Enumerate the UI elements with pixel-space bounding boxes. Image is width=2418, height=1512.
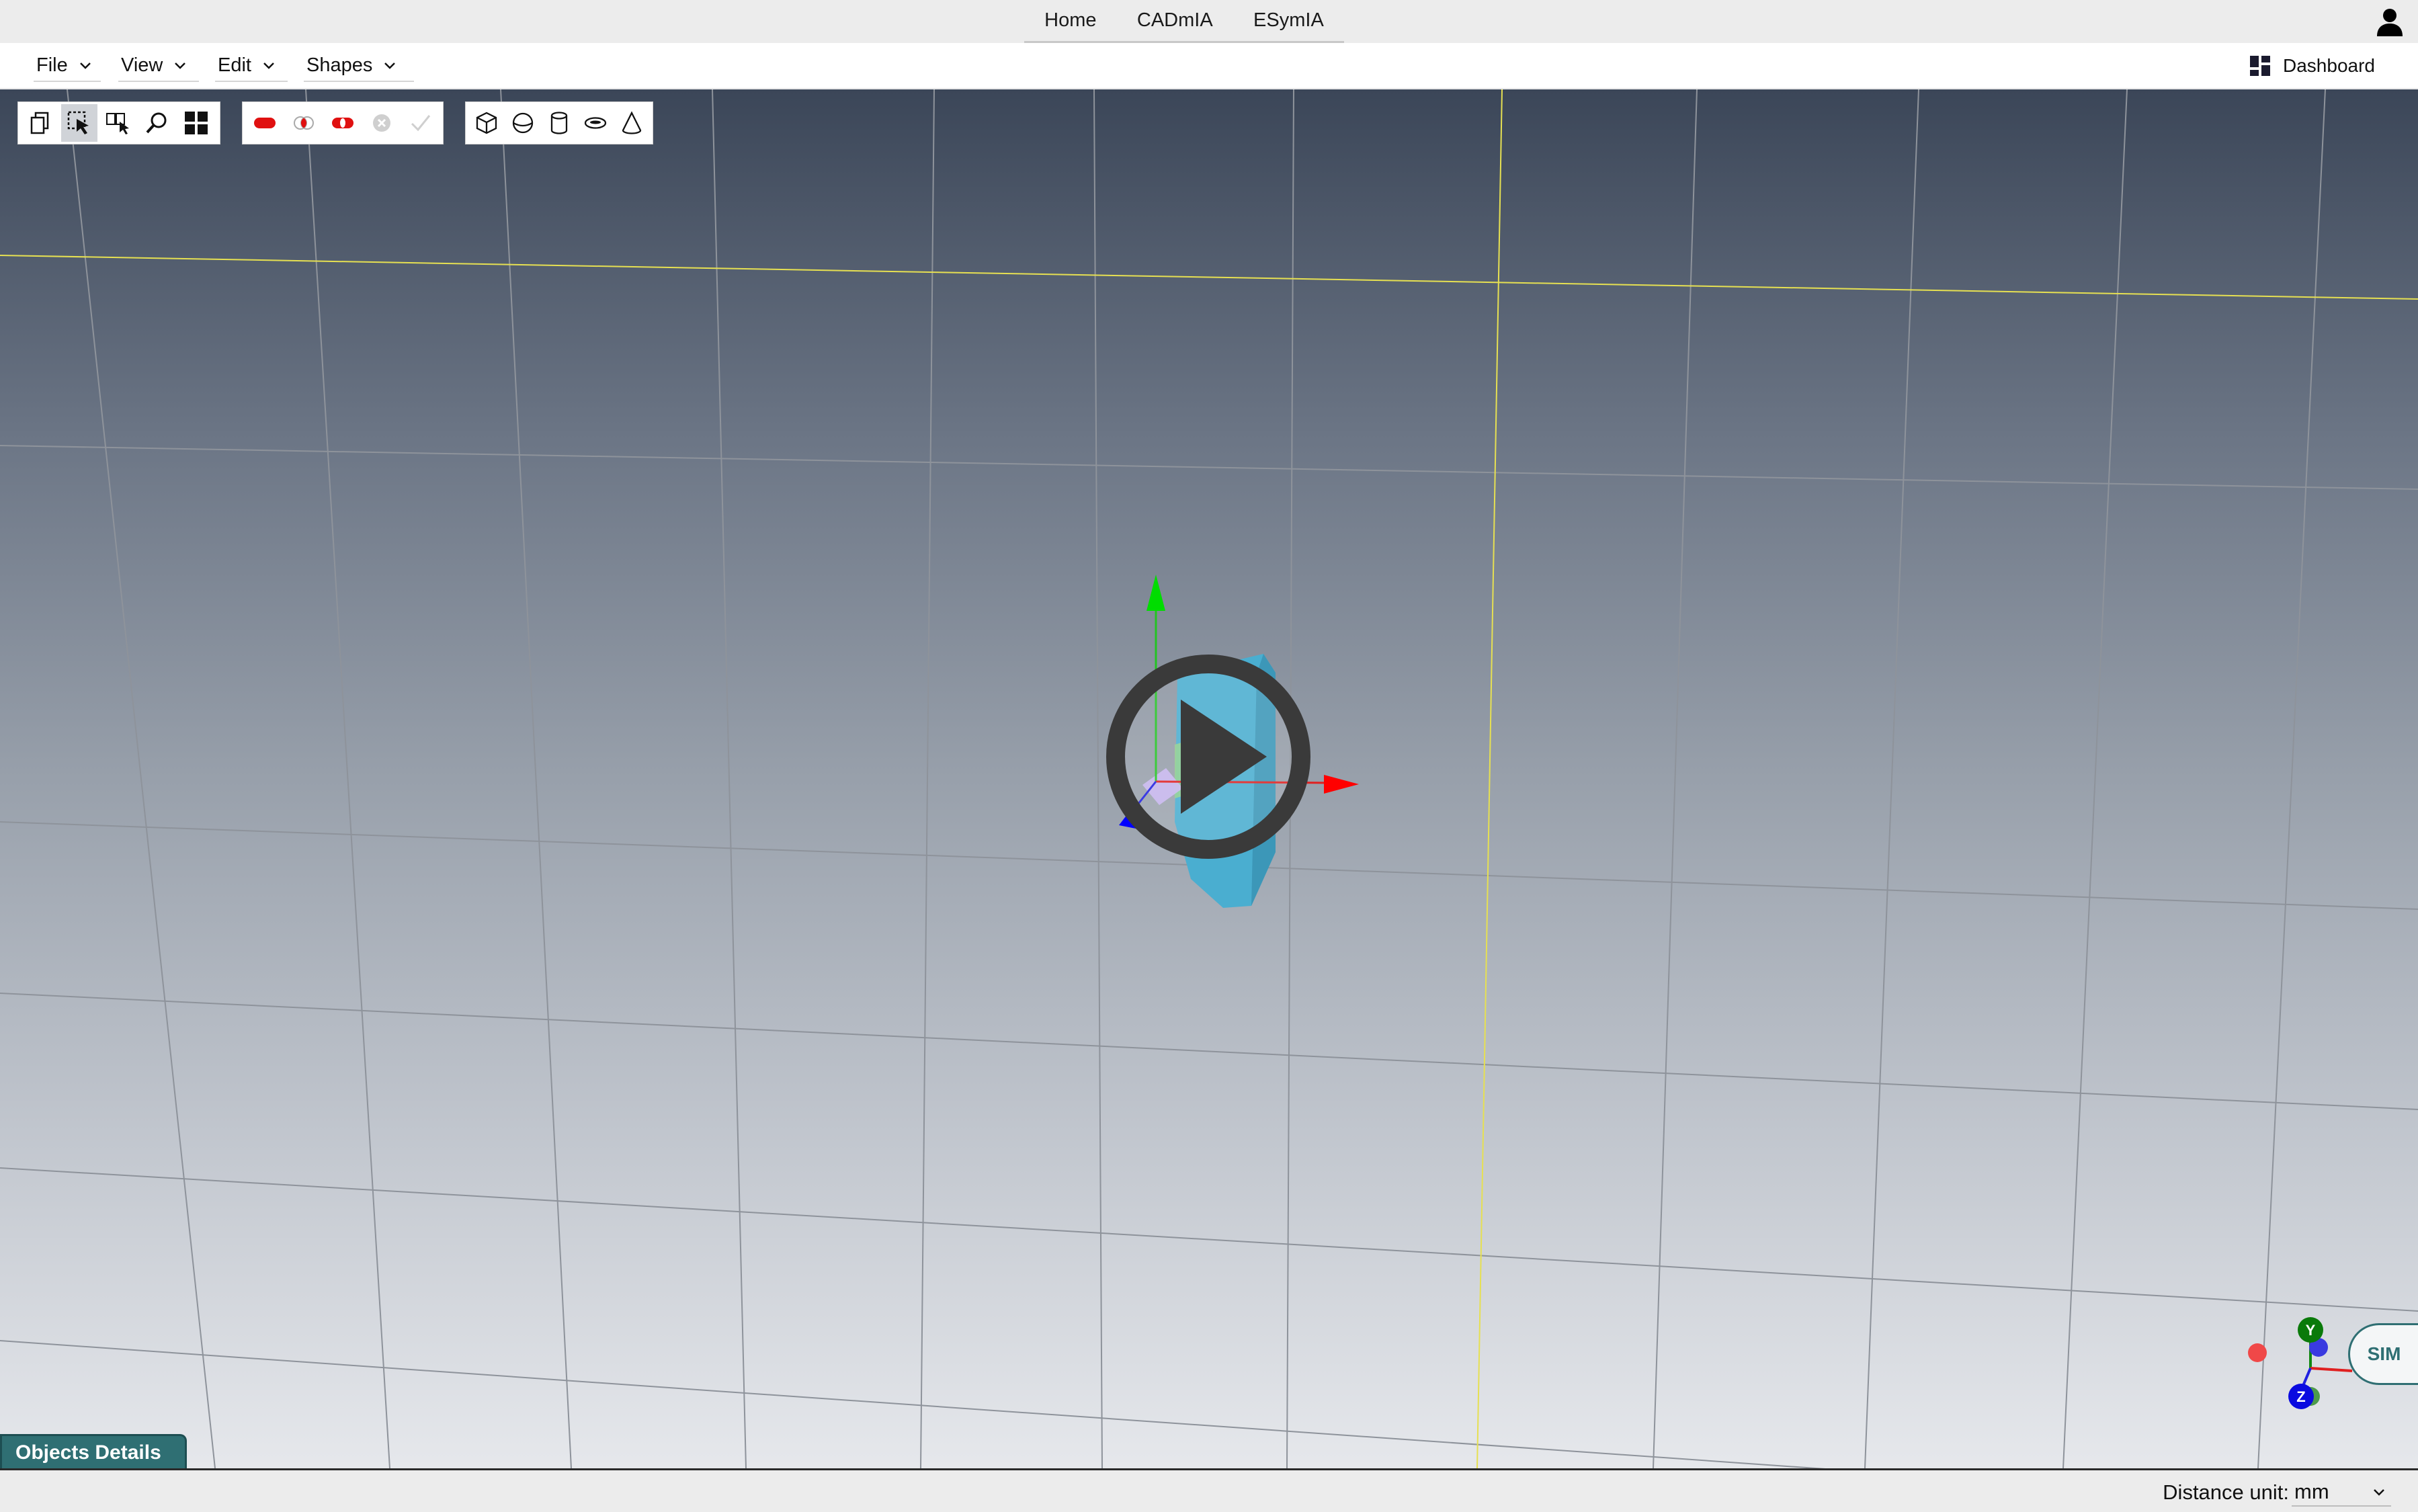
nav-esymia-link[interactable]: ESymIA: [1240, 9, 1337, 32]
distance-unit-select[interactable]: mm: [2292, 1478, 2391, 1507]
view-menu-label: View: [121, 54, 163, 76]
menu-bar: File View Edit Shapes Dashboard: [0, 43, 2418, 89]
cube-icon[interactable]: [470, 104, 503, 142]
toolbar-transform-group: [17, 101, 220, 144]
chevron-down-icon: [2374, 1489, 2384, 1496]
edit-menu[interactable]: Edit: [215, 50, 288, 82]
view-menu[interactable]: View: [118, 50, 199, 82]
confirm-icon[interactable]: [403, 104, 439, 142]
dashboard-icon: [2250, 56, 2271, 76]
toolbar-boolean-group: [242, 101, 444, 144]
dashboard-label: Dashboard: [2283, 55, 2375, 76]
distance-unit-control: Distance unit: mm: [2163, 1478, 2391, 1507]
axis-z-handle[interactable]: Z: [2288, 1384, 2314, 1409]
chevron-down-icon: [79, 62, 91, 69]
multi-select-icon[interactable]: [100, 104, 136, 142]
select-icon[interactable]: [61, 104, 97, 142]
edit-menu-label: Edit: [218, 54, 251, 76]
user-icon[interactable]: [2376, 8, 2403, 36]
shapes-menu-label: Shapes: [306, 54, 373, 76]
nav-cadmia-link[interactable]: CADmIA: [1124, 9, 1226, 32]
axis-y-label: Y: [2306, 1322, 2316, 1339]
status-bar: Distance unit: mm: [0, 1468, 2418, 1512]
copy-icon[interactable]: [22, 104, 58, 142]
sim-button[interactable]: SIM: [2348, 1323, 2418, 1385]
top-nav: Home CADmIA ESymIA: [1024, 0, 1344, 43]
chevron-down-icon: [263, 62, 274, 69]
app-window: Home CADmIA ESymIA File View Edit Shapes: [0, 0, 2418, 1512]
chevron-down-icon: [384, 62, 396, 69]
distance-unit-label: Distance unit:: [2163, 1480, 2289, 1504]
sphere-icon[interactable]: [506, 104, 540, 142]
3d-viewport[interactable]: Y Z SIM: [0, 89, 2418, 1468]
top-bar: Home CADmIA ESymIA: [0, 0, 2418, 43]
toolbar-primitive-group: [465, 101, 653, 144]
zoom-icon[interactable]: [139, 104, 175, 142]
objects-details-tab[interactable]: Objects Details: [0, 1434, 187, 1469]
cylinder-icon[interactable]: [542, 104, 576, 142]
shapes-menu[interactable]: Shapes: [304, 50, 414, 82]
cancel-icon[interactable]: [364, 104, 400, 142]
union-icon[interactable]: [247, 104, 283, 142]
axis-z-label: Z: [2296, 1388, 2305, 1405]
nav-home-link[interactable]: Home: [1031, 9, 1110, 32]
cone-icon[interactable]: [615, 104, 649, 142]
distance-unit-value: mm: [2294, 1480, 2329, 1503]
file-menu[interactable]: File: [34, 50, 101, 82]
chevron-down-icon: [175, 62, 186, 69]
intersection-icon[interactable]: [286, 104, 322, 142]
difference-icon[interactable]: [325, 104, 361, 142]
axis-y-handle[interactable]: Y: [2298, 1317, 2323, 1343]
dashboard-link[interactable]: Dashboard: [2249, 52, 2375, 79]
grid-view-icon[interactable]: [178, 104, 214, 142]
torus-icon[interactable]: [579, 104, 612, 142]
file-menu-label: File: [36, 54, 68, 76]
play-icon[interactable]: [1106, 654, 1311, 859]
axis-orientation-gizmo[interactable]: Y Z: [2231, 1286, 2366, 1454]
axis-neg-x-dot[interactable]: [2248, 1343, 2267, 1362]
